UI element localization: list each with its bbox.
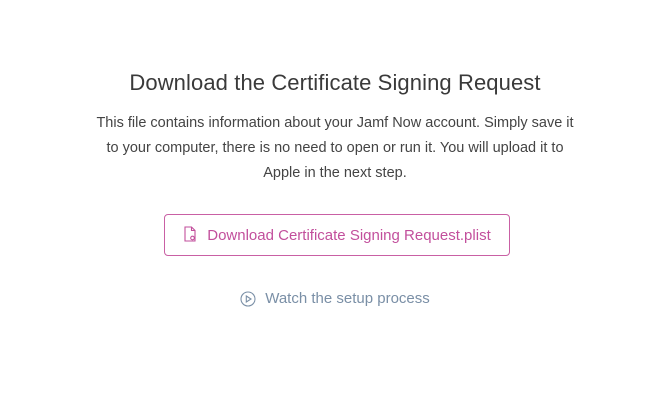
watch-setup-link[interactable]: Watch the setup process [0,290,670,307]
page-title: Download the Certificate Signing Request [129,70,541,95]
description-text: This file contains information about you… [96,115,574,181]
download-csr-label: Download Certificate Signing Request.pli… [207,226,491,244]
download-csr-button[interactable]: Download Certificate Signing Request.pli… [164,214,510,256]
play-circle-icon [240,290,256,307]
watch-setup-label: Watch the setup process [265,290,430,307]
file-gear-icon [183,226,197,242]
